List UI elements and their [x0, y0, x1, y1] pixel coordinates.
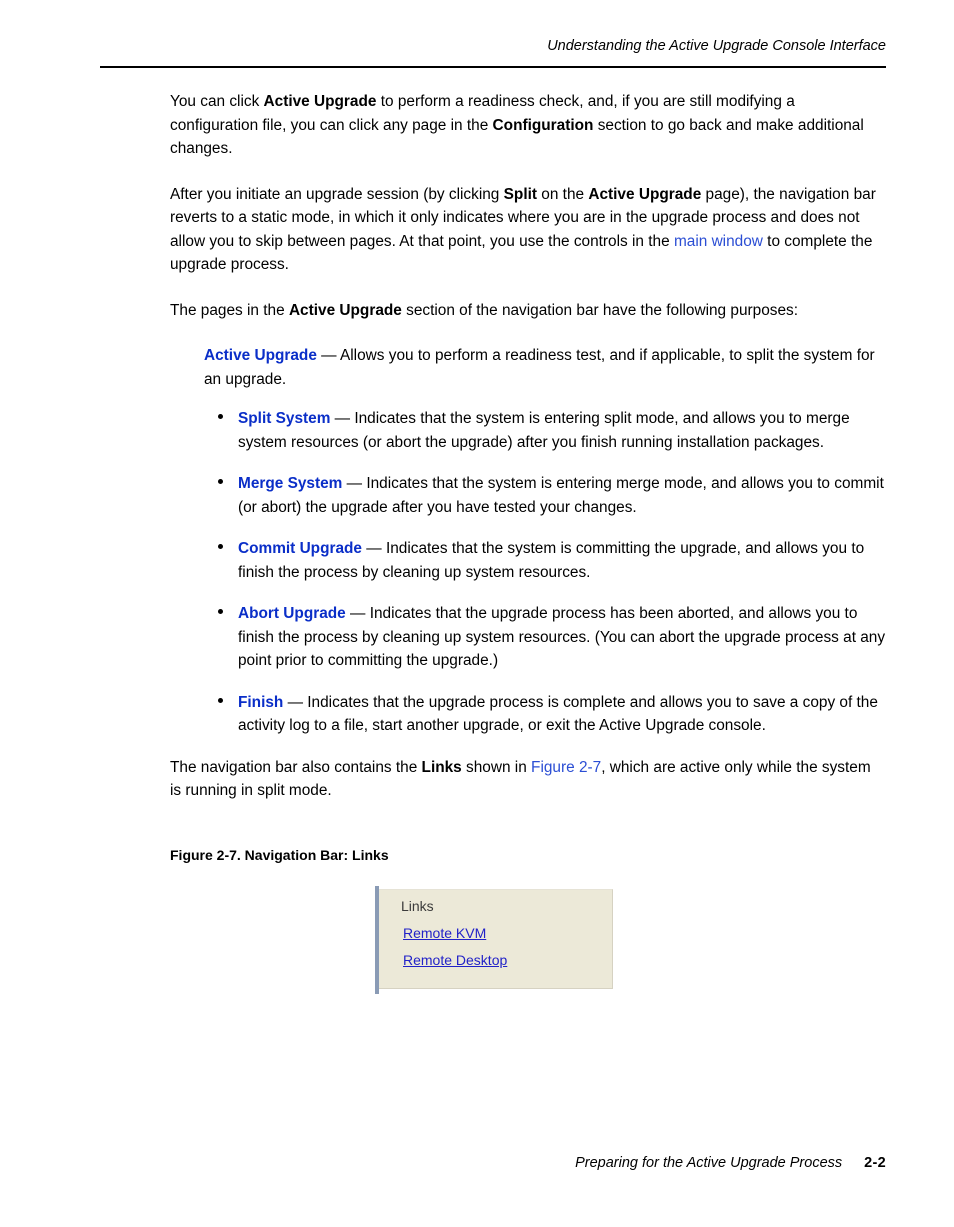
- definition-text-split-system: — Indicates that the system is entering …: [238, 410, 850, 451]
- p1-bold-active-upgrade: Active Upgrade: [263, 93, 377, 110]
- bullet-icon: [218, 609, 223, 614]
- definition-active-upgrade: Active Upgrade — Allows you to perform a…: [204, 344, 886, 391]
- links-panel-title: Links: [401, 897, 434, 914]
- bullet-icon: [218, 544, 223, 549]
- p3-text-a: The pages in the: [170, 301, 289, 319]
- p3-bold-active-upgrade: Active Upgrade: [288, 301, 402, 319]
- definition-text-finish: — Indicates that the upgrade process is …: [238, 693, 878, 735]
- term-split-system[interactable]: Split System: [238, 410, 330, 427]
- term-commit-upgrade[interactable]: Commit Upgrade: [238, 540, 362, 557]
- bullet-icon: [218, 414, 223, 419]
- p2-bold-split: Split: [503, 185, 538, 203]
- paragraph-1: You can click Active Upgrade to perform …: [170, 90, 886, 161]
- term-abort-upgrade[interactable]: Abort Upgrade: [238, 605, 346, 622]
- cross-reference-main-window[interactable]: main window: [674, 233, 763, 250]
- bullet-icon: [218, 479, 223, 484]
- list-item: Merge System — Indicates that the system…: [218, 472, 886, 519]
- p1-bold-configuration: Configuration: [492, 116, 594, 134]
- page-content: You can click Active Upgrade to perform …: [170, 90, 886, 994]
- running-footer: Preparing for the Active Upgrade Process…: [100, 1155, 886, 1171]
- p2-bold-active-upgrade: Active Upgrade: [588, 185, 702, 203]
- document-page: Understanding the Active Upgrade Console…: [0, 0, 954, 1227]
- running-header: Understanding the Active Upgrade Console…: [547, 38, 886, 54]
- definition-list: Split System — Indicates that the system…: [170, 407, 886, 738]
- figure-caption: Figure 2-7. Navigation Bar: Links: [170, 846, 389, 863]
- p2-text-c: on the: [537, 185, 589, 203]
- footer-text: Preparing for the Active Upgrade Process: [575, 1155, 843, 1171]
- paragraph-2: After you initiate an upgrade session (b…: [170, 183, 886, 277]
- term-finish[interactable]: Finish: [238, 694, 283, 711]
- p4-text-c: shown in: [461, 758, 532, 776]
- list-item: Commit Upgrade — Indicates that the syst…: [218, 537, 886, 584]
- link-remote-desktop[interactable]: Remote Desktop: [403, 952, 507, 968]
- links-panel: Links Remote KVM Remote Desktop: [375, 885, 613, 994]
- term-active-upgrade[interactable]: Active Upgrade: [204, 347, 317, 364]
- figure-image: Links Remote KVM Remote Desktop: [375, 885, 615, 994]
- p1-text-a: You can click: [170, 93, 264, 110]
- list-item: Abort Upgrade — Indicates that the upgra…: [218, 602, 886, 673]
- header-divider: [100, 66, 886, 68]
- bullet-icon: [218, 697, 223, 703]
- p4-bold-links: Links: [421, 758, 462, 776]
- links-row-remote-kvm: Remote KVM: [397, 925, 612, 952]
- list-item: Split System — Indicates that the system…: [218, 407, 886, 454]
- cross-reference-figure-2-7[interactable]: Figure 2-7: [531, 759, 601, 776]
- p3-text-c: section of the navigation bar have the f…: [401, 301, 798, 319]
- links-row-remote-desktop: Remote Desktop: [397, 952, 612, 979]
- list-item: Finish — Indicates that the upgrade proc…: [218, 691, 886, 738]
- paragraph-4: The navigation bar also contains the Lin…: [170, 756, 886, 803]
- p2-text-a: After you initiate an upgrade session (b…: [170, 185, 504, 203]
- term-merge-system[interactable]: Merge System: [238, 475, 342, 492]
- page-number: 2-2: [864, 1155, 886, 1171]
- link-remote-kvm[interactable]: Remote KVM: [403, 925, 486, 941]
- paragraph-3: The pages in the Active Upgrade section …: [170, 299, 886, 323]
- p4-text-a: The navigation bar also contains the: [170, 758, 422, 776]
- panel-accent-bar: [375, 885, 379, 994]
